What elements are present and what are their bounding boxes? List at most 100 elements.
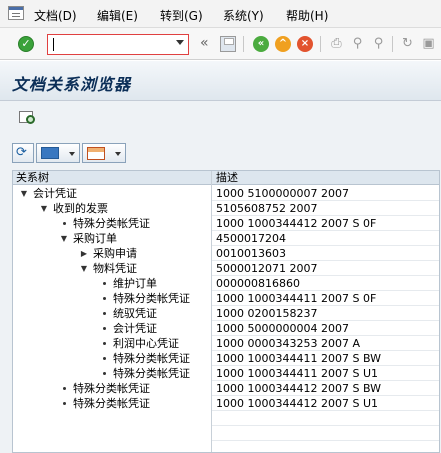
tree-node-label[interactable]: 特殊分类帐凭证 bbox=[73, 381, 150, 396]
tree-node-label[interactable]: 物料凭证 bbox=[93, 261, 137, 276]
leaf-bullet-icon bbox=[103, 327, 106, 330]
double-chevron-left-icon[interactable]: « bbox=[200, 35, 209, 51]
refresh-button[interactable]: ⟳ bbox=[12, 143, 34, 163]
tree-node-description: 1000 0000343253 2007 A bbox=[216, 337, 360, 350]
find-icon[interactable]: ⚲ bbox=[350, 36, 365, 51]
tree-node-description: 1000 5100000007 2007 bbox=[216, 187, 349, 200]
tree-row[interactable]: 统驭凭证 1000 0200158237 bbox=[13, 306, 439, 321]
command-field[interactable] bbox=[47, 34, 189, 55]
tree-node-description: 0010013603 bbox=[216, 247, 286, 260]
tree-row[interactable]: ▼ 收到的发票 5105608752 2007 bbox=[13, 201, 439, 216]
toolbar-separator bbox=[320, 36, 321, 52]
tree-node-description: 5105608752 2007 bbox=[216, 202, 318, 215]
command-input[interactable] bbox=[52, 37, 170, 52]
collapse-toggle-icon[interactable]: ▶ bbox=[79, 246, 89, 261]
settings-icon[interactable]: ↻ bbox=[400, 36, 415, 51]
tree-node-label[interactable]: 特殊分类帐凭证 bbox=[73, 216, 150, 231]
tree-node-description: 1000 1000344412 2007 S 0F bbox=[216, 217, 377, 230]
menu-system[interactable]: 系统(Y) bbox=[223, 7, 264, 24]
tree-node-description: 1000 0200158237 bbox=[216, 307, 318, 320]
leaf-bullet-icon bbox=[103, 357, 106, 360]
tree-node-description: 4500017204 bbox=[216, 232, 286, 245]
text-cursor bbox=[53, 38, 54, 51]
expand-toggle-icon[interactable]: ▼ bbox=[39, 201, 49, 216]
tree-row[interactable]: 利润中心凭证 1000 0000343253 2007 A bbox=[13, 336, 439, 351]
chevron-down-icon bbox=[115, 152, 121, 156]
tree-row[interactable]: 特殊分类帐凭证 1000 1000344412 2007 S 0F bbox=[13, 216, 439, 231]
toolbar-separator bbox=[392, 36, 393, 52]
page-title: 文档关系浏览器 bbox=[12, 75, 132, 94]
magnifier-shape bbox=[26, 115, 35, 124]
leaf-bullet-icon bbox=[103, 372, 106, 375]
menu-edit[interactable]: 编辑(E) bbox=[97, 7, 138, 24]
print-icon[interactable]: ⎙ bbox=[329, 36, 344, 51]
leaf-bullet-icon bbox=[63, 387, 66, 390]
command-history-dropdown-icon[interactable] bbox=[176, 40, 184, 45]
tree-row[interactable]: 会计凭证 1000 5000000004 2007 bbox=[13, 321, 439, 336]
tree-node-label[interactable]: 特殊分类帐凭证 bbox=[113, 351, 190, 366]
layout-icon bbox=[87, 147, 105, 160]
toolbar-separator bbox=[243, 36, 244, 52]
ok-icon[interactable]: ✓ bbox=[18, 36, 34, 52]
chevron-down-icon bbox=[69, 152, 75, 156]
leaf-bullet-icon bbox=[63, 402, 66, 405]
menu-help[interactable]: 帮助(H) bbox=[286, 7, 328, 24]
tree-row[interactable]: 特殊分类帐凭证 1000 1000344411 2007 S U1 bbox=[13, 366, 439, 381]
main-content: ⟳ 关系树 描述 ▼ 会计凭证 1000 5100000007 2007 ▼ 收到的发票… bbox=[0, 101, 441, 453]
refresh-icon: ⟳ bbox=[16, 145, 27, 160]
tree-row[interactable]: 维护订单 000000816860 bbox=[13, 276, 439, 291]
tree-node-description: 1000 1000344412 2007 S U1 bbox=[216, 397, 378, 410]
leaf-bullet-icon bbox=[63, 222, 66, 225]
tree-node-label[interactable]: 统驭凭证 bbox=[113, 306, 157, 321]
tree-node-label[interactable]: 特殊分类帐凭证 bbox=[73, 396, 150, 411]
leaf-bullet-icon bbox=[103, 312, 106, 315]
tree-row[interactable]: 特殊分类帐凭证 1000 1000344412 2007 S U1 bbox=[13, 396, 439, 411]
sap-menu-icon[interactable] bbox=[8, 6, 24, 20]
tree-node-description: 000000816860 bbox=[216, 277, 300, 290]
tree-node-description: 1000 5000000004 2007 bbox=[216, 322, 349, 335]
tree-node-description: 1000 1000344411 2007 S 0F bbox=[216, 292, 377, 305]
tree-node-label[interactable]: 采购申请 bbox=[93, 246, 137, 261]
title-bar: 文档关系浏览器 bbox=[0, 61, 441, 101]
tree-row[interactable]: ▼ 采购订单 4500017204 bbox=[13, 231, 439, 246]
tree-row[interactable]: ▼ 会计凭证 1000 5100000007 2007 bbox=[13, 186, 439, 201]
cancel-icon[interactable]: × bbox=[297, 36, 313, 52]
tree-node-label[interactable]: 采购订单 bbox=[73, 231, 117, 246]
find-next-icon[interactable]: ⚲ bbox=[371, 36, 386, 51]
tree-row[interactable]: ▶ 采购申请 0010013603 bbox=[13, 246, 439, 261]
tree-row[interactable]: 特殊分类帐凭证 1000 1000344412 2007 S BW bbox=[13, 381, 439, 396]
tree-node-label[interactable]: 特殊分类帐凭证 bbox=[113, 291, 190, 306]
tree-row[interactable]: ▼ 物料凭证 5000012071 2007 bbox=[13, 261, 439, 276]
column-header-tree[interactable]: 关系树 bbox=[16, 171, 49, 185]
layout-menu-button[interactable] bbox=[82, 143, 126, 163]
menu-bar: 文档(D) 编辑(E) 转到(G) 系统(Y) 帮助(H) bbox=[0, 0, 441, 28]
back-icon[interactable]: « bbox=[253, 36, 269, 52]
menu-goto[interactable]: 转到(G) bbox=[160, 7, 203, 24]
expand-toggle-icon[interactable]: ▼ bbox=[79, 261, 89, 276]
expand-toggle-icon[interactable]: ▼ bbox=[59, 231, 69, 246]
save-icon[interactable] bbox=[220, 36, 236, 52]
tree-node-label[interactable]: 收到的发票 bbox=[53, 201, 108, 216]
new-session-icon[interactable]: ▣ bbox=[421, 36, 436, 51]
expand-toggle-icon[interactable]: ▼ bbox=[19, 186, 29, 201]
tree-row[interactable]: 特殊分类帐凭证 1000 1000344411 2007 S BW bbox=[13, 351, 439, 366]
exit-icon[interactable]: ^ bbox=[275, 36, 291, 52]
tree-node-label[interactable]: 维护订单 bbox=[113, 276, 157, 291]
menu-document[interactable]: 文档(D) bbox=[34, 7, 77, 24]
column-header-description[interactable]: 描述 bbox=[216, 171, 238, 185]
tree-node-description: 1000 1000344411 2007 S U1 bbox=[216, 367, 378, 380]
tree-header: 关系树 描述 bbox=[13, 171, 439, 185]
print-menu-button[interactable] bbox=[36, 143, 80, 163]
leaf-bullet-icon bbox=[103, 282, 106, 285]
tree-row[interactable]: 特殊分类帐凭证 1000 1000344411 2007 S 0F bbox=[13, 291, 439, 306]
printer-icon bbox=[41, 147, 59, 159]
tree-node-label[interactable]: 会计凭证 bbox=[33, 186, 77, 201]
leaf-bullet-icon bbox=[103, 342, 106, 345]
tree-node-label[interactable]: 会计凭证 bbox=[113, 321, 157, 336]
relationship-tree: 关系树 描述 ▼ 会计凭证 1000 5100000007 2007 ▼ 收到的发票 51… bbox=[12, 170, 440, 453]
standard-toolbar: ✓ « « ^ × ⎙ ⚲ ⚲ ↻ ▣ bbox=[0, 28, 441, 60]
tree-node-label[interactable]: 利润中心凭证 bbox=[113, 336, 179, 351]
tree-node-label[interactable]: 特殊分类帐凭证 bbox=[113, 366, 190, 381]
display-document-icon[interactable] bbox=[19, 109, 37, 127]
tree-node-description: 1000 1000344412 2007 S BW bbox=[216, 382, 381, 395]
